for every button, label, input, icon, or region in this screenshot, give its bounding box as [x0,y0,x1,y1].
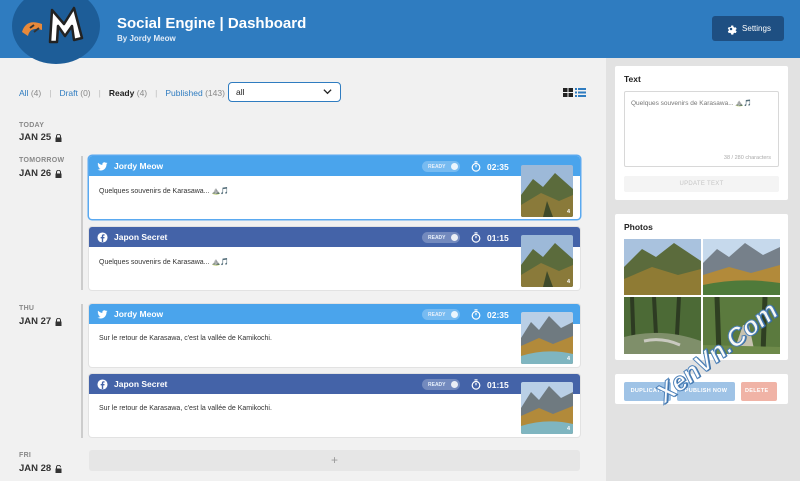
twitter-icon [97,161,108,170]
photos-panel-title: Photos [624,222,653,232]
ready-toggle[interactable]: READY [422,161,460,172]
photos-panel: Photos [615,214,788,360]
stopwatch-icon [471,232,481,243]
lock-icon [55,133,62,142]
ready-toggle[interactable]: READY [422,232,460,243]
post-header: Japon Secret READY 01:15 [89,374,580,394]
valley-photo [521,312,573,364]
post-thumbnail[interactable]: 4 [521,312,573,364]
status-filters: All (4) | Draft (0) | Ready (4) | Publis… [19,88,225,98]
photo-count: 4 [566,279,570,285]
grid-view-icon[interactable] [563,88,573,97]
post-time: 02:35 [487,162,509,172]
app-title: Social Engine | Dashboard [117,15,307,32]
valley-photo [703,239,780,295]
filter-ready[interactable]: Ready (4) [109,88,147,98]
update-text-button[interactable]: UPDATE TEXT [624,176,779,192]
photo-count: 4 [566,426,570,432]
post-thumbnail[interactable]: 4 [521,382,573,434]
stopwatch-icon [471,379,481,390]
gear-icon [727,25,737,35]
day-label-thu: THU [19,305,35,312]
post-account-name: Jordy Meow [114,309,164,319]
app-logo[interactable] [12,0,100,64]
text-panel-title: Text [624,74,641,84]
lock-icon [55,169,62,178]
day-label-tomorrow: TOMORROW [19,157,65,164]
photo-item[interactable] [624,297,701,354]
post-header: Jordy Meow READY 02:35 [89,304,580,324]
unlock-icon [55,464,62,473]
ready-toggle[interactable]: READY [422,379,460,390]
filter-separator: | [49,88,52,98]
post-text: Quelques souvenirs de Karasawa... ⛰️🎵 [99,188,229,195]
post-card[interactable]: Japon Secret READY 01:15 Sur le retour d… [89,374,580,437]
facebook-icon [97,378,108,390]
facebook-icon [97,231,108,243]
photo-count: 4 [566,209,570,215]
settings-label: Settings [742,24,771,33]
day-date-tomorrow: JAN 26 [19,168,62,179]
post-text: Sur le retour de Karasawa, c'est la vall… [99,405,272,412]
char-count: 38 / 280 characters [723,155,771,161]
post-header: Jordy Meow READY 02:35 [89,156,580,176]
day-date-today: JAN 25 [19,132,62,143]
post-account-name: Japon Secret [114,232,168,242]
post-header: Japon Secret READY 01:15 [89,227,580,247]
post-account-name: Japon Secret [114,379,168,389]
twitter-icon [97,309,108,318]
app-header: Social Engine | Dashboard By Jordy Meow … [0,0,800,64]
app-subtitle: By Jordy Meow [117,34,176,43]
account-select-value: all [236,87,245,97]
filter-separator: | [155,88,158,98]
post-time: 01:15 [487,380,509,390]
post-text: Sur le retour de Karasawa, c'est la vall… [99,335,272,342]
forest-photo [624,297,701,354]
mountain-photo [521,235,573,287]
post-text: Quelques souvenirs de Karasawa... ⛰️🎵 [99,259,229,266]
list-view-icon[interactable] [575,88,586,97]
photo-item[interactable] [624,239,701,295]
post-time: 01:15 [487,233,509,243]
photo-count: 4 [566,356,570,362]
chevron-down-icon [323,89,332,95]
text-panel: Text Quelques souvenirs de Karasawa... ⛰… [615,66,788,200]
post-card[interactable]: Jordy Meow READY 02:35 Sur le retour de … [89,304,580,367]
day-timeline [81,304,83,438]
day-date-thu: JAN 27 [19,316,62,327]
filter-published[interactable]: Published (143) [165,88,225,98]
post-card[interactable]: Japon Secret READY 01:15 Quelques souven… [89,227,580,290]
filter-draft[interactable]: Draft (0) [59,88,90,98]
post-thumbnail[interactable]: 4 [521,235,573,287]
day-timeline [81,156,83,290]
post-account-name: Jordy Meow [114,161,164,171]
lock-icon [55,317,62,326]
mountain-photo [521,165,573,217]
mountain-photo [624,239,701,295]
photo-item[interactable] [703,239,780,295]
stopwatch-icon [471,161,481,172]
meow-logo-icon [22,6,84,44]
day-label-fri: FRI [19,452,32,459]
filter-separator: | [98,88,101,98]
day-date-fri: JAN 28 [19,463,62,474]
day-label-today: TODAY [19,122,45,129]
filter-all[interactable]: All (4) [19,88,41,98]
post-card[interactable]: Jordy Meow READY 02:35 Quelques souvenir… [89,156,580,219]
post-thumbnail[interactable]: 4 [521,165,573,217]
account-select[interactable]: all [228,82,341,102]
settings-button[interactable]: Settings [712,16,784,41]
post-text-editor-value: Quelques souvenirs de Karasawa... ⛰️🎵 [631,100,752,107]
delete-button[interactable]: DELETE [741,382,777,401]
stopwatch-icon [471,309,481,320]
add-post-button[interactable]: + [89,450,580,471]
ready-toggle[interactable]: READY [422,309,460,320]
post-time: 02:35 [487,310,509,320]
valley-photo [521,382,573,434]
post-text-editor[interactable]: Quelques souvenirs de Karasawa... ⛰️🎵 38… [624,91,779,167]
